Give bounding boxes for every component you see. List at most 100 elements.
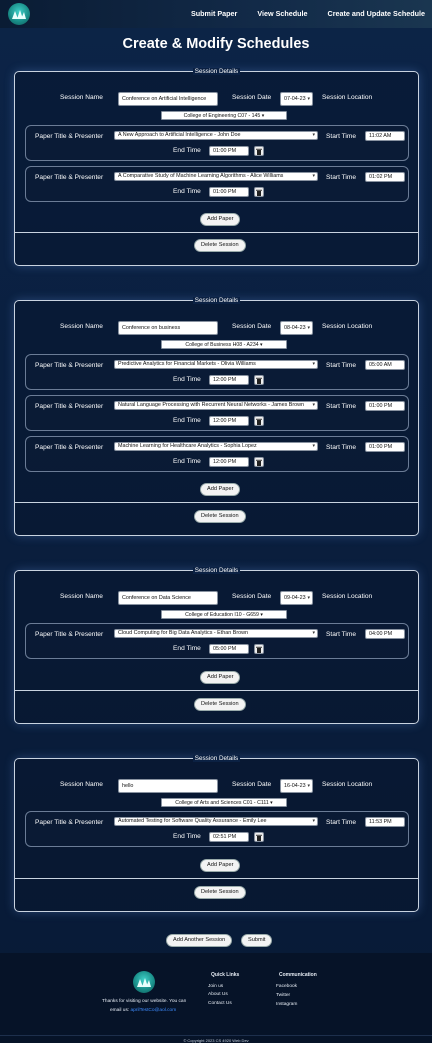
end-time-input[interactable]: 02:51 PM bbox=[209, 832, 249, 842]
start-time-input[interactable]: 05:00 AM bbox=[365, 360, 405, 370]
footer-logo[interactable] bbox=[133, 971, 155, 993]
nav-submit-paper[interactable]: Submit Paper bbox=[191, 9, 237, 18]
end-time-input[interactable]: 12:00 PM bbox=[209, 416, 249, 426]
delete-paper-button[interactable] bbox=[254, 644, 264, 654]
footer-link-contact-us[interactable]: Contact Us bbox=[208, 1001, 232, 1006]
end-time-input[interactable]: 05:00 PM bbox=[209, 644, 249, 654]
session-location-select[interactable]: College of Business H08 - A234 ▾ bbox=[161, 340, 287, 349]
form-actions: Add Another Session Submit bbox=[0, 934, 432, 948]
trash-icon bbox=[256, 377, 262, 384]
chevron-down-icon: ▾ bbox=[312, 630, 315, 636]
session-location-label: Session Location bbox=[322, 323, 373, 330]
delete-session-button[interactable]: Delete Session bbox=[194, 510, 246, 523]
trash-icon bbox=[256, 418, 262, 425]
site-logo[interactable] bbox=[8, 3, 30, 25]
delete-paper-button[interactable] bbox=[254, 832, 264, 842]
footer-link-about-us[interactable]: About Us bbox=[208, 992, 228, 997]
add-paper-button[interactable]: Add Paper bbox=[200, 671, 241, 684]
end-time-label: End Time bbox=[173, 417, 201, 424]
start-time-label: Start Time bbox=[326, 631, 357, 638]
paper-entry: Paper Title & Presenter Machine Learning… bbox=[25, 436, 409, 472]
trash-icon bbox=[256, 189, 262, 196]
delete-session-button[interactable]: Delete Session bbox=[194, 886, 246, 899]
paper-title-label: Paper Title & Presenter bbox=[35, 403, 104, 410]
add-paper-button[interactable]: Add Paper bbox=[200, 213, 241, 226]
chevron-down-icon: ▾ bbox=[312, 173, 315, 179]
nav-view-schedule[interactable]: View Schedule bbox=[257, 9, 307, 18]
start-time-input[interactable]: 01:02 PM bbox=[365, 172, 405, 182]
delete-session-button[interactable]: Delete Session bbox=[194, 698, 246, 711]
end-time-input[interactable]: 01:00 PM bbox=[209, 187, 249, 197]
session-name-input[interactable]: Conference on business bbox=[118, 321, 218, 335]
paper-entry: Paper Title & Presenter Automated Testin… bbox=[25, 811, 409, 847]
footer-link-twitter[interactable]: Twitter bbox=[276, 993, 290, 998]
add-paper-button[interactable]: Add Paper bbox=[200, 859, 241, 872]
trash-icon bbox=[256, 459, 262, 466]
session-date-select[interactable]: 09-04-23 ▾ bbox=[280, 591, 313, 605]
delete-paper-button[interactable] bbox=[254, 457, 264, 467]
session-date-label: Session Date bbox=[232, 94, 272, 101]
footer-email-link[interactable]: aprilTestCo@aol.com bbox=[131, 1008, 177, 1013]
submit-button[interactable]: Submit bbox=[241, 934, 273, 947]
chevron-down-icon: ▾ bbox=[312, 818, 315, 824]
session-date-select[interactable]: 16-04-23 ▾ bbox=[280, 779, 313, 793]
end-time-label: End Time bbox=[173, 188, 201, 195]
delete-paper-button[interactable] bbox=[254, 146, 264, 156]
end-time-input[interactable]: 12:00 PM bbox=[209, 375, 249, 385]
session-name-label: Session Name bbox=[60, 94, 103, 101]
paper-select[interactable]: Natural Language Processing with Recurre… bbox=[114, 401, 318, 410]
session-name-input[interactable]: hello bbox=[118, 779, 218, 793]
main-nav: Submit Paper View Schedule Create and Up… bbox=[191, 9, 425, 18]
session-name-input[interactable]: Conference on Data Science bbox=[118, 591, 218, 605]
add-another-session-button[interactable]: Add Another Session bbox=[166, 934, 233, 947]
paper-select[interactable]: Cloud Computing for Big Data Analytics -… bbox=[114, 629, 318, 638]
start-time-input[interactable]: 04:00 PM bbox=[365, 629, 405, 639]
session-name-label: Session Name bbox=[60, 593, 103, 600]
start-time-label: Start Time bbox=[326, 133, 357, 140]
session-header-row: Session Name hello Session Date 16-04-23… bbox=[15, 778, 418, 793]
paper-entry: Paper Title & Presenter A Comparative St… bbox=[25, 166, 409, 202]
end-time-input[interactable]: 12:00 PM bbox=[209, 457, 249, 467]
paper-entry: Paper Title & Presenter Natural Language… bbox=[25, 395, 409, 431]
session-location-select[interactable]: College of Education I10 - G659 ▾ bbox=[161, 610, 287, 619]
session-card: Session Details Session Name hello Sessi… bbox=[14, 755, 419, 912]
session-date-select[interactable]: 07-04-23 ▾ bbox=[280, 92, 313, 106]
session-date-label: Session Date bbox=[232, 781, 272, 788]
end-time-label: End Time bbox=[173, 458, 201, 465]
start-time-input[interactable]: 11:02 AM bbox=[365, 131, 405, 141]
chevron-down-icon: ▾ bbox=[307, 96, 310, 102]
paper-title-label: Paper Title & Presenter bbox=[35, 133, 104, 140]
session-header-row: Session Name Conference on Data Science … bbox=[15, 590, 418, 605]
paper-select[interactable]: A Comparative Study of Machine Learning … bbox=[114, 172, 318, 181]
footer-link-instagram[interactable]: Instagram bbox=[276, 1002, 297, 1007]
paper-select[interactable]: Predictive Analytics for Financial Marke… bbox=[114, 360, 318, 369]
session-name-input[interactable]: Conference on Artificial Intelligence bbox=[118, 92, 218, 106]
paper-select[interactable]: A New Approach to Artificial Intelligenc… bbox=[114, 131, 318, 140]
session-card: Session Details Session Name Conference … bbox=[14, 68, 419, 266]
delete-session-button[interactable]: Delete Session bbox=[194, 239, 246, 252]
delete-paper-button[interactable] bbox=[254, 187, 264, 197]
start-time-input[interactable]: 01:00 PM bbox=[365, 401, 405, 411]
add-paper-button[interactable]: Add Paper bbox=[200, 483, 241, 496]
paper-select[interactable]: Automated Testing for Software Quality A… bbox=[114, 817, 318, 826]
start-time-input[interactable]: 01:00 PM bbox=[365, 442, 405, 452]
session-location-label: Session Location bbox=[322, 593, 373, 600]
session-location-select[interactable]: College of Arts and Sciences C01 - C111 … bbox=[161, 798, 287, 807]
end-time-input[interactable]: 01:00 PM bbox=[209, 146, 249, 156]
delete-paper-button[interactable] bbox=[254, 416, 264, 426]
nav-create-update-schedule[interactable]: Create and Update Schedule bbox=[328, 9, 425, 18]
session-date-select[interactable]: 08-04-23 ▾ bbox=[280, 321, 313, 335]
footer-link-join-us[interactable]: Join us bbox=[208, 984, 223, 989]
delete-paper-button[interactable] bbox=[254, 375, 264, 385]
paper-title-label: Paper Title & Presenter bbox=[35, 174, 104, 181]
divider bbox=[15, 502, 418, 503]
chevron-down-icon: ▾ bbox=[312, 402, 315, 408]
footer-link-facebook[interactable]: Facebook bbox=[276, 984, 297, 989]
chevron-down-icon: ▾ bbox=[307, 595, 310, 601]
start-time-input[interactable]: 11:53 PM bbox=[365, 817, 405, 827]
session-location-select[interactable]: College of Engineering C07 - 145 ▾ bbox=[161, 111, 287, 120]
end-time-label: End Time bbox=[173, 645, 201, 652]
session-header-row: Session Name Conference on business Sess… bbox=[15, 320, 418, 335]
end-time-label: End Time bbox=[173, 147, 201, 154]
paper-select[interactable]: Machine Learning for Healthcare Analytic… bbox=[114, 442, 318, 451]
